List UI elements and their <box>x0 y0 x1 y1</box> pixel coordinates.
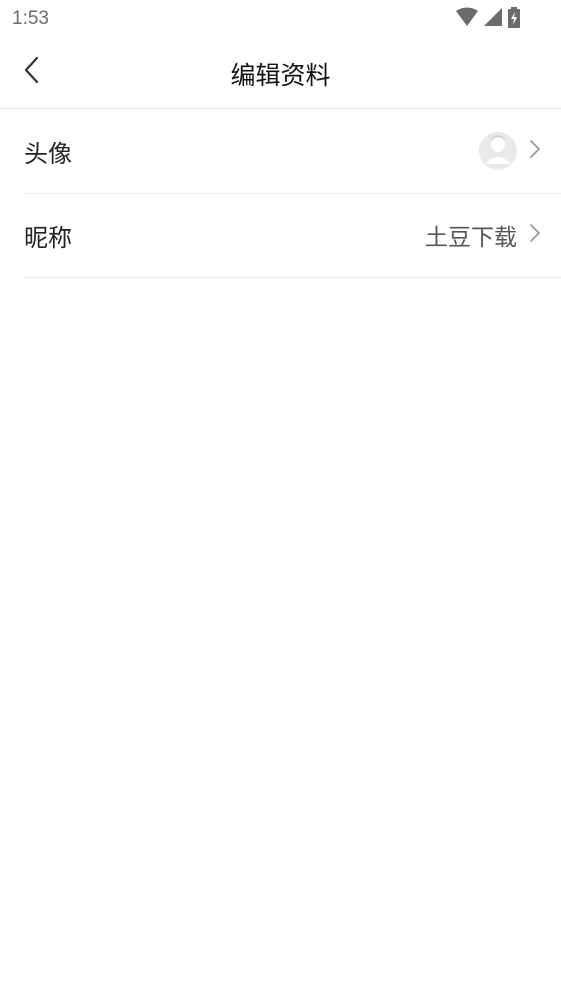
avatar[interactable] <box>479 132 517 170</box>
nickname-value: 土豆下载 <box>425 225 517 251</box>
status-icons <box>455 7 521 33</box>
avatar-placeholder-icon <box>479 132 517 170</box>
avatar-row-label: 头像 <box>24 139 72 168</box>
nickname-row-label: 昵称 <box>24 223 72 252</box>
wifi-icon <box>455 7 479 31</box>
cellular-signal-icon <box>483 7 503 31</box>
battery-charging-icon <box>507 7 521 33</box>
avatar-row[interactable]: 头像 <box>24 109 561 194</box>
nickname-row[interactable]: 昵称 土豆下载 <box>24 193 561 278</box>
nav-bar: 编辑资料 <box>0 38 561 109</box>
chevron-right-icon <box>529 223 541 247</box>
status-bar: 1:53 <box>0 0 561 38</box>
status-time: 1:53 <box>12 8 49 29</box>
chevron-right-icon <box>529 139 541 163</box>
page-title: 编辑资料 <box>230 61 331 90</box>
avatar-row-right <box>479 109 541 193</box>
nickname-row-right: 土豆下载 <box>425 193 541 277</box>
